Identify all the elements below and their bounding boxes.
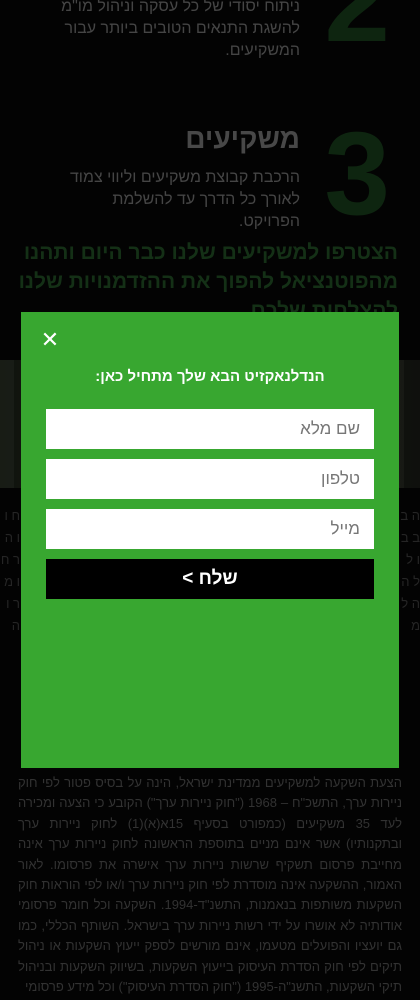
email-input[interactable] — [46, 509, 374, 549]
submit-button[interactable]: שלח > — [46, 559, 374, 599]
full-name-input[interactable] — [46, 409, 374, 449]
phone-input[interactable] — [46, 459, 374, 499]
lead-form-modal: ✕ הנדלנאקזיט הבא שלך מתחיל כאן: שלח > — [21, 312, 399, 768]
modal-title: הנדלנאקזיט הבא שלך מתחיל כאן: — [95, 368, 325, 385]
close-icon[interactable]: ✕ — [39, 330, 61, 352]
